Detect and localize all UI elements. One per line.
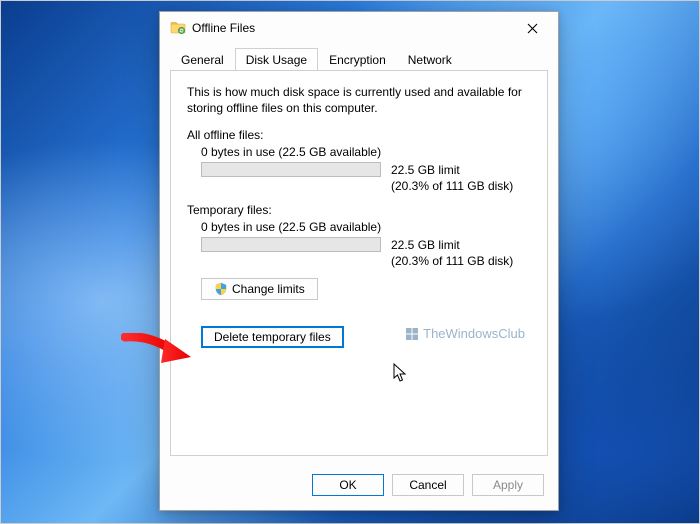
uac-shield-icon bbox=[214, 282, 228, 296]
temporary-progress-bar bbox=[201, 237, 381, 252]
all-offline-limit: 22.5 GB limit bbox=[391, 163, 460, 177]
change-limits-button[interactable]: Change limits bbox=[201, 278, 318, 300]
watermark-text: TheWindowsClub bbox=[423, 326, 525, 341]
temporary-usage: 0 bytes in use (22.5 GB available) bbox=[201, 220, 531, 234]
temporary-percent: (20.3% of 111 GB disk) bbox=[391, 254, 531, 268]
tab-disk-usage[interactable]: Disk Usage bbox=[235, 48, 318, 70]
all-offline-label: All offline files: bbox=[187, 128, 531, 142]
tab-general[interactable]: General bbox=[170, 48, 235, 70]
folder-icon bbox=[170, 20, 186, 36]
ok-button[interactable]: OK bbox=[312, 474, 384, 496]
watermark: TheWindowsClub bbox=[405, 326, 525, 341]
offline-files-dialog: Offline Files General Disk Usage Encrypt… bbox=[159, 11, 559, 511]
tab-encryption[interactable]: Encryption bbox=[318, 48, 397, 70]
temporary-limit: 22.5 GB limit bbox=[391, 238, 460, 252]
cursor-icon bbox=[393, 363, 411, 385]
close-button[interactable] bbox=[510, 14, 554, 42]
temporary-label: Temporary files: bbox=[187, 203, 531, 217]
description-text: This is how much disk space is currently… bbox=[187, 84, 531, 116]
all-offline-progress-bar bbox=[201, 162, 381, 177]
change-limits-label: Change limits bbox=[232, 282, 305, 296]
dialog-button-bar: OK Cancel Apply bbox=[160, 464, 558, 510]
tab-strip: General Disk Usage Encryption Network bbox=[160, 44, 558, 70]
tab-panel-disk-usage: This is how much disk space is currently… bbox=[170, 70, 548, 456]
delete-temp-label: Delete temporary files bbox=[214, 330, 331, 344]
cancel-button[interactable]: Cancel bbox=[392, 474, 464, 496]
delete-temporary-files-button[interactable]: Delete temporary files bbox=[201, 326, 344, 348]
tab-network[interactable]: Network bbox=[397, 48, 463, 70]
apply-button: Apply bbox=[472, 474, 544, 496]
all-offline-usage: 0 bytes in use (22.5 GB available) bbox=[201, 145, 531, 159]
watermark-icon bbox=[405, 327, 419, 341]
annotation-arrow-icon bbox=[121, 333, 201, 373]
all-offline-percent: (20.3% of 111 GB disk) bbox=[391, 179, 531, 193]
titlebar: Offline Files bbox=[160, 12, 558, 44]
window-title: Offline Files bbox=[192, 21, 510, 35]
